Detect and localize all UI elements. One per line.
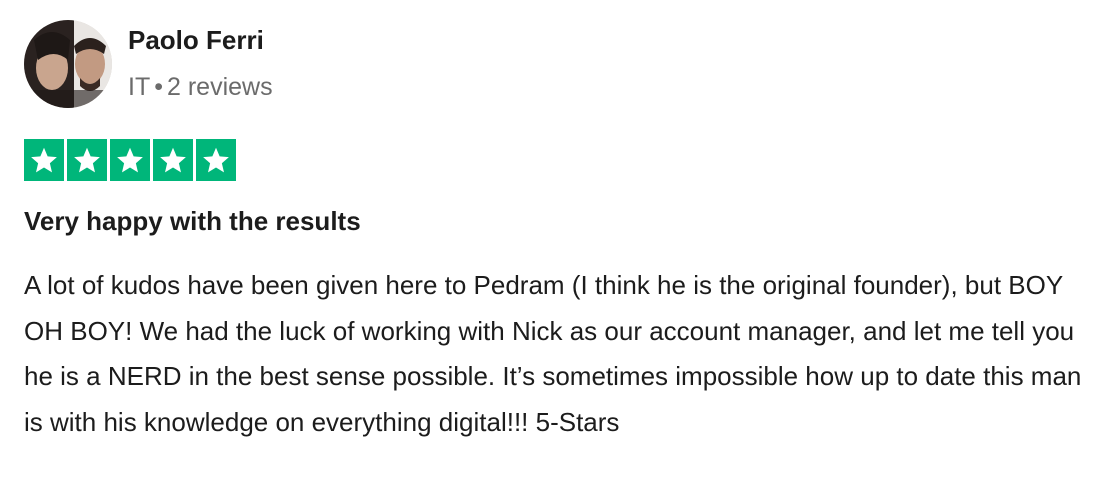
review-title[interactable]: Very happy with the results (24, 206, 361, 237)
meta-separator: • (154, 73, 163, 101)
reviewer-country: IT (128, 73, 151, 101)
star-3 (110, 139, 150, 181)
review-card: Paolo Ferri IT • 2 reviews Very happy with… (0, 0, 1112, 496)
star-1 (24, 139, 64, 181)
star-2 (67, 139, 107, 181)
reviewer-review-count: 2 reviews (166, 73, 273, 101)
star-rating (24, 139, 236, 181)
star-icon (31, 147, 57, 173)
review-body: A lot of kudos have been given here to P… (24, 270, 1082, 437)
avatar[interactable] (24, 20, 112, 108)
reviewer-name[interactable]: Paolo Ferri (128, 25, 264, 56)
star-5 (196, 139, 236, 181)
star-4 (153, 139, 193, 181)
star-icon (74, 147, 100, 173)
star-icon (117, 147, 143, 173)
star-icon (203, 147, 229, 173)
reviewer-meta: IT • 2 reviews (128, 73, 273, 102)
star-icon (160, 147, 186, 173)
